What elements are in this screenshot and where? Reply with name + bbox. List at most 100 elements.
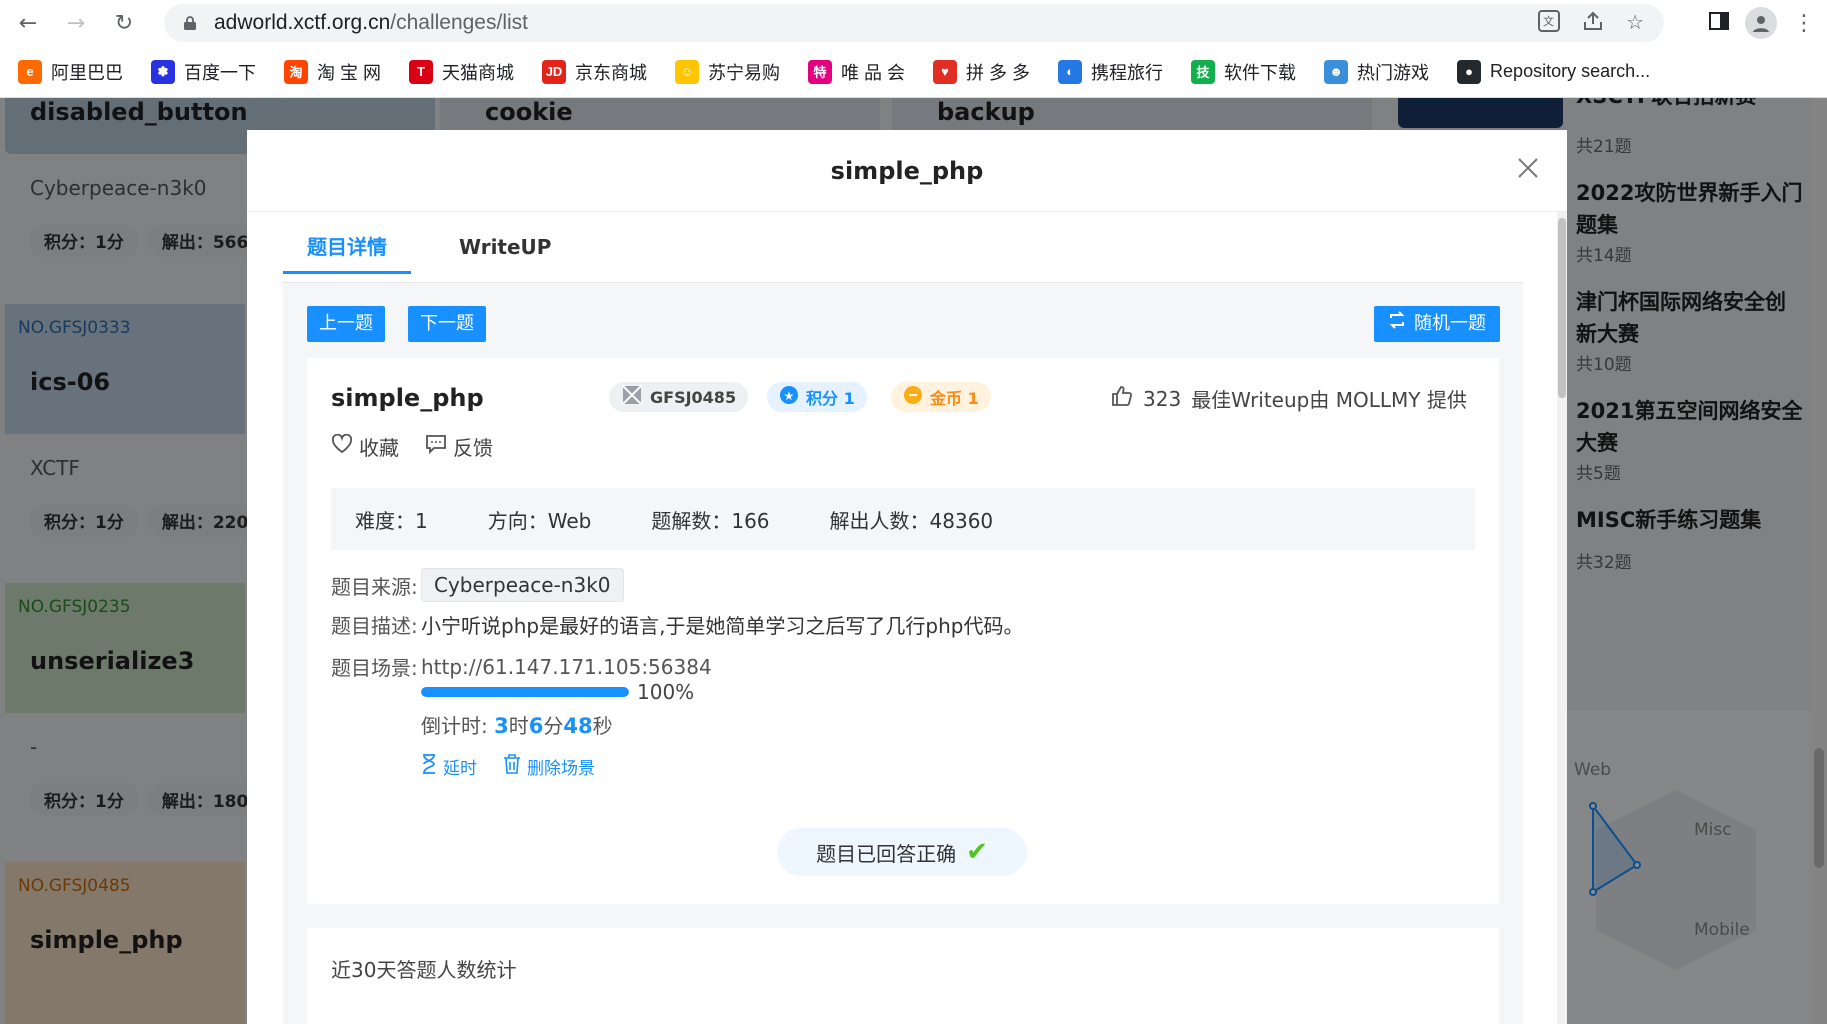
description-label: 题目描述:: [331, 614, 418, 638]
bookmark-label: Repository search...: [1490, 61, 1651, 81]
likes-row: 323 最佳Writeup由 MOLLMY 提供: [1111, 384, 1467, 413]
bookmark-favicon-icon: e: [18, 59, 42, 84]
random-button[interactable]: 随机一题: [1374, 306, 1500, 342]
shuffle-icon: [1388, 306, 1406, 342]
scene-url[interactable]: http://61.147.171.105:56384: [421, 655, 712, 679]
star-icon[interactable]: ☆: [1626, 10, 1644, 37]
bookmark-favicon-icon: 特: [808, 59, 833, 84]
bookmark-label: 天猫商城: [442, 62, 515, 83]
bookmark-item[interactable]: 技软件下载: [1191, 59, 1296, 85]
likes-count: 323: [1143, 386, 1182, 411]
share-icon[interactable]: [1582, 10, 1604, 37]
tab-writeup[interactable]: WriteUP: [459, 230, 551, 274]
checkmark-icon: ✔: [966, 837, 988, 867]
bookmark-item[interactable]: ♥ 拼 多 多: [933, 59, 1030, 85]
bookmark-label: 唯 品 会: [841, 62, 906, 83]
hourglass-icon: [421, 754, 437, 779]
delete-scene-button[interactable]: 删除场景: [503, 754, 595, 779]
bookmark-item[interactable]: ● Repository search...: [1457, 59, 1651, 84]
bookmark-favicon-icon: ☻: [1324, 59, 1349, 84]
bookmark-label: 京东商城: [575, 62, 648, 83]
countdown-label: 倒计时:: [421, 714, 495, 738]
side-panel-icon[interactable]: [1709, 11, 1729, 35]
feedback-button[interactable]: 反馈: [425, 432, 493, 461]
extend-button[interactable]: 延时: [421, 754, 477, 779]
countdown-minutes-unit: 分: [543, 714, 564, 738]
id-tag-text: GFSJ0485: [650, 387, 737, 407]
bookmark-label: 阿里巴巴: [51, 62, 123, 83]
translate-icon[interactable]: 文: [1538, 10, 1561, 37]
url-text: adworld.xctf.org.cn/challenges/list: [214, 11, 528, 35]
challenge-name: simple_php: [331, 384, 484, 412]
comment-icon: [425, 434, 447, 459]
address-bar[interactable]: adworld.xctf.org.cn/challenges/list 文 ☆: [164, 4, 1664, 42]
url-path: /challenges/list: [390, 11, 528, 34]
prev-button[interactable]: 上一题: [307, 306, 385, 342]
coin-icon: [903, 385, 923, 409]
next-button[interactable]: 下一题: [408, 306, 486, 342]
countdown-seconds: 48: [563, 714, 593, 738]
bookmark-item[interactable]: ☻ 热门游戏: [1324, 59, 1429, 85]
bookmark-item[interactable]: e 阿里巴巴: [18, 59, 123, 85]
svg-text:文: 文: [1543, 14, 1554, 28]
description-text: 小宁听说php是最好的语言,于是她简单学习之后写了几行php代码。: [421, 614, 1024, 638]
score-tag-text: 积分 1: [806, 389, 855, 408]
source-label: 题目来源:: [331, 574, 418, 599]
browser-toolbar: ← → ↻ adworld.xctf.org.cn/challenges/lis…: [0, 0, 1827, 46]
stats-title: 近30天答题人数统计: [331, 958, 517, 982]
extend-label: 延时: [443, 759, 477, 779]
bookmarks-bar: e 阿里巴巴 ✽ 百度一下 淘淘 宝 网 T 天猫商城 JD 京东商城 ☺ 苏宁易购 特唯 品 会 ♥ 拼…: [0, 46, 1827, 98]
countdown-hours: 3: [494, 714, 509, 738]
coin-tag-text: 金币 1: [930, 389, 979, 408]
tab-details[interactable]: 题目详情: [283, 230, 411, 274]
bookmark-favicon-icon: ◐: [1058, 59, 1083, 84]
source-row: 题目来源: Cyberpeace-n3k0: [331, 568, 624, 602]
thumbs-up-icon[interactable]: [1111, 385, 1133, 412]
bookmark-item[interactable]: ☺ 苏宁易购: [675, 59, 780, 85]
favorite-label: 收藏: [359, 436, 399, 460]
scene-progress: 100%: [421, 680, 694, 704]
modal-tabs: 题目详情 WriteUP: [283, 230, 551, 274]
bookmark-item[interactable]: JD 京东商城: [542, 59, 647, 85]
challenge-info-card: simple_php GFSJ0485 ★ 积分 1 金币 1 323 最佳Wr…: [307, 358, 1499, 904]
bookmark-favicon-icon: 技: [1191, 59, 1216, 84]
scene-operations: 延时 删除场景: [421, 754, 595, 779]
reload-icon[interactable]: ↻: [104, 3, 144, 43]
answered-status: 题目已回答正确 ✔: [777, 828, 1027, 876]
bookmark-item[interactable]: 淘淘 宝 网: [284, 59, 381, 85]
delete-label: 删除场景: [527, 759, 595, 779]
modal-scrollbar[interactable]: [1557, 212, 1567, 1024]
bookmark-label: 淘 宝 网: [317, 62, 382, 83]
modal-scrollbar-thumb[interactable]: [1558, 218, 1566, 398]
best-writeup-text[interactable]: 最佳Writeup由 MOLLMY 提供: [1191, 384, 1467, 413]
bookmark-favicon-icon: ☺: [675, 59, 700, 84]
source-chip: Cyberpeace-n3k0: [421, 568, 624, 602]
coin-tag: 金币 1: [891, 382, 991, 412]
menu-kebab-icon[interactable]: ⋮: [1793, 11, 1815, 36]
progress-text: 100%: [637, 680, 695, 704]
close-icon[interactable]: [1513, 154, 1543, 184]
description-row: 题目描述: 小宁听说php是最好的语言,于是她简单学习之后写了几行php代码。: [331, 610, 1024, 639]
feedback-label: 反馈: [453, 436, 493, 460]
bookmark-label: 拼 多 多: [966, 62, 1031, 83]
modal-header: simple_php: [247, 130, 1567, 212]
solve-count: 题解数：166: [651, 508, 770, 533]
bookmark-item[interactable]: ✽ 百度一下: [151, 59, 256, 85]
bookmark-item[interactable]: T 天猫商城: [409, 59, 514, 85]
action-row: 收藏 反馈: [331, 432, 493, 461]
bookmark-item[interactable]: ◐ 携程旅行: [1058, 59, 1163, 85]
answered-label: 题目已回答正确: [816, 841, 957, 866]
profile-avatar[interactable]: [1745, 7, 1777, 39]
solvers-count: 解出人数：48360: [829, 508, 994, 533]
progress-fill: [421, 687, 629, 697]
favorite-button[interactable]: 收藏: [331, 432, 399, 461]
back-icon[interactable]: ←: [8, 3, 48, 43]
bookmark-item[interactable]: 特唯 品 会: [808, 59, 905, 85]
bookmark-label: 携程旅行: [1091, 62, 1164, 83]
heart-icon: [331, 433, 353, 459]
id-badge-icon: [621, 384, 643, 410]
challenge-modal: simple_php 题目详情 WriteUP 上一题 下一题 随机一题 sim…: [247, 130, 1567, 1024]
lock-icon[interactable]: [180, 13, 200, 33]
forward-icon[interactable]: →: [56, 3, 96, 43]
bookmark-label: 苏宁易购: [708, 62, 781, 83]
